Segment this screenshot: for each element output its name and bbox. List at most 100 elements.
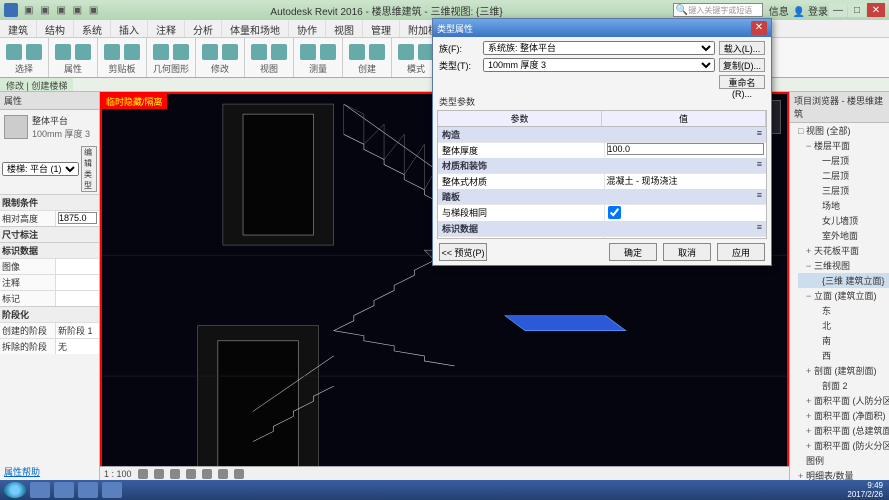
preview-button[interactable]: << 预览(P) bbox=[439, 243, 487, 261]
help-search-input[interactable]: 🔍 键入关键字或短语 bbox=[673, 3, 763, 17]
tree-twisty-icon[interactable]: + bbox=[806, 366, 814, 376]
browser-tree-item[interactable]: +面积平面 (防火分区面积) bbox=[798, 438, 889, 453]
ribbon-tool-icon[interactable] bbox=[320, 44, 336, 60]
ribbon-tool-icon[interactable] bbox=[104, 44, 120, 60]
temp-hide-icon[interactable] bbox=[218, 469, 228, 479]
tree-twisty-icon[interactable]: − bbox=[806, 291, 814, 301]
v-type-image[interactable] bbox=[604, 237, 767, 239]
type-select[interactable]: 100mm 厚度 3 bbox=[483, 58, 715, 72]
duplicate-button[interactable]: 复制(D)... bbox=[719, 58, 765, 72]
browser-tree-item[interactable]: +面积平面 (人防分区面积) bbox=[798, 393, 889, 408]
family-select[interactable]: 系统族: 整体平台 bbox=[483, 41, 715, 55]
ribbon-tool-icon[interactable] bbox=[222, 44, 238, 60]
cancel-button[interactable]: 取消 bbox=[663, 243, 711, 261]
browser-tree-item[interactable]: 南 bbox=[798, 333, 889, 348]
browser-tree-item[interactable]: −三维视图 bbox=[798, 258, 889, 273]
v-mark[interactable] bbox=[55, 291, 99, 306]
ribbon-tab[interactable]: 系统 bbox=[74, 20, 111, 37]
browser-tree-item[interactable]: 剖面 2 bbox=[798, 378, 889, 393]
browser-tree-item[interactable]: {三维 建筑立面} bbox=[798, 273, 889, 288]
v-phase-c[interactable]: 新阶段 1 bbox=[55, 323, 99, 338]
qat[interactable]: ▣ ▣ ▣ ▣ ▣ bbox=[24, 5, 100, 16]
browser-tree-item[interactable]: +天花板平面 bbox=[798, 243, 889, 258]
browser-tree-item[interactable]: □视图 (全部) bbox=[798, 123, 889, 138]
browser-tree-item[interactable]: 北 bbox=[798, 318, 889, 333]
tree-twisty-icon[interactable]: + bbox=[798, 471, 806, 480]
tree-twisty-icon[interactable]: + bbox=[806, 396, 814, 406]
ribbon-tool-icon[interactable] bbox=[153, 44, 169, 60]
browser-tree-item[interactable]: 室外地面 bbox=[798, 228, 889, 243]
ok-button[interactable]: 确定 bbox=[609, 243, 657, 261]
browser-tree-item[interactable]: +剖面 (建筑剖面) bbox=[798, 363, 889, 378]
crop-icon[interactable] bbox=[202, 469, 212, 479]
detail-level-icon[interactable] bbox=[138, 469, 148, 479]
v-thickness-input[interactable] bbox=[607, 143, 765, 155]
tree-twisty-icon[interactable]: − bbox=[806, 261, 814, 271]
ribbon-tool-icon[interactable] bbox=[6, 44, 22, 60]
browser-tree-item[interactable]: +面积平面 (净面积) bbox=[798, 408, 889, 423]
browser-tree-item[interactable]: 场地 bbox=[798, 198, 889, 213]
tree-twisty-icon[interactable]: + bbox=[806, 411, 814, 421]
properties-help-link[interactable]: 属性帮助 bbox=[0, 463, 99, 480]
v-same-run-check[interactable] bbox=[608, 206, 621, 219]
tree-twisty-icon[interactable]: + bbox=[806, 246, 814, 256]
v-phase-d[interactable]: 无 bbox=[55, 339, 99, 354]
ribbon-tool-icon[interactable] bbox=[300, 44, 316, 60]
dialog-close-button[interactable]: ✕ bbox=[751, 21, 767, 35]
scale-display[interactable]: 1 : 100 bbox=[104, 469, 132, 479]
v-note[interactable] bbox=[55, 275, 99, 290]
ribbon-tool-icon[interactable] bbox=[398, 44, 414, 60]
instance-selector[interactable]: 楼梯: 平台 (1) bbox=[2, 162, 79, 176]
dialog-titlebar[interactable]: 类型属性 ✕ bbox=[433, 19, 771, 37]
browser-tree-item[interactable]: 东 bbox=[798, 303, 889, 318]
shadows-icon[interactable] bbox=[186, 469, 196, 479]
v-image[interactable] bbox=[55, 259, 99, 274]
browser-tree-item[interactable]: +面积平面 (总建筑面积) bbox=[798, 423, 889, 438]
system-clock[interactable]: 9:492017/2/26 bbox=[847, 481, 885, 499]
taskbar-app-icon[interactable] bbox=[102, 482, 122, 498]
tree-twisty-icon[interactable]: + bbox=[806, 426, 814, 436]
browser-tree-item[interactable]: 二层顶 bbox=[798, 168, 889, 183]
ribbon-tab[interactable]: 管理 bbox=[363, 20, 400, 37]
ribbon-tab[interactable]: 注释 bbox=[148, 20, 185, 37]
v-mono-mat[interactable]: 混凝土 - 现场浇注 bbox=[604, 174, 767, 189]
browser-tree-item[interactable]: 西 bbox=[798, 348, 889, 363]
taskbar-app-icon[interactable] bbox=[54, 482, 74, 498]
ribbon-tab[interactable]: 插入 bbox=[111, 20, 148, 37]
taskbar-app-icon[interactable] bbox=[30, 482, 50, 498]
ribbon-tab[interactable]: 结构 bbox=[37, 20, 74, 37]
ribbon-tool-icon[interactable] bbox=[251, 44, 267, 60]
windows-taskbar[interactable]: 9:492017/2/26 bbox=[0, 480, 889, 500]
ribbon-tool-icon[interactable] bbox=[124, 44, 140, 60]
load-button[interactable]: 载入(L)... bbox=[719, 41, 765, 55]
browser-tree-item[interactable]: −楼层平面 bbox=[798, 138, 889, 153]
ribbon-tool-icon[interactable] bbox=[173, 44, 189, 60]
tree-twisty-icon[interactable]: − bbox=[806, 141, 814, 151]
browser-tree-item[interactable]: 女儿墙顶 bbox=[798, 213, 889, 228]
ribbon-tab[interactable]: 协作 bbox=[289, 20, 326, 37]
browser-tree-item[interactable]: 一层顶 bbox=[798, 153, 889, 168]
v-rel-height[interactable] bbox=[58, 212, 97, 224]
type-param-grid[interactable]: 参数 值 构造≡ 整体厚度 材质和装饰≡ 整体式材质混凝土 - 现场浇注 踏板≡… bbox=[437, 110, 767, 239]
ribbon-tab[interactable]: 视图 bbox=[326, 20, 363, 37]
reveal-icon[interactable] bbox=[234, 469, 244, 479]
browser-tree-item[interactable]: 三层顶 bbox=[798, 183, 889, 198]
browser-tree-item[interactable]: 图例 bbox=[798, 453, 889, 468]
project-browser[interactable]: 项目浏览器 - 楼思维建筑 □视图 (全部)−楼层平面一层顶二层顶三层顶场地女儿… bbox=[789, 92, 889, 480]
taskbar-app-icon[interactable] bbox=[78, 482, 98, 498]
ribbon-tool-icon[interactable] bbox=[55, 44, 71, 60]
minimize-button[interactable]: — bbox=[829, 3, 847, 17]
ribbon-tool-icon[interactable] bbox=[349, 44, 365, 60]
edit-type-button[interactable]: 编辑类型 bbox=[81, 146, 97, 192]
ribbon-tool-icon[interactable] bbox=[271, 44, 287, 60]
ribbon-tool-icon[interactable] bbox=[369, 44, 385, 60]
ribbon-tab[interactable]: 分析 bbox=[185, 20, 222, 37]
start-button[interactable] bbox=[4, 482, 26, 498]
ribbon-tool-icon[interactable] bbox=[202, 44, 218, 60]
ribbon-tab[interactable]: 建筑 bbox=[0, 20, 37, 37]
apply-button[interactable]: 应用 bbox=[717, 243, 765, 261]
user-login[interactable]: 👤 登录 bbox=[793, 3, 828, 18]
rename-button[interactable]: 重命名(R)... bbox=[719, 75, 765, 89]
browser-tree-item[interactable]: +明细表/数量 bbox=[798, 468, 889, 480]
tree-twisty-icon[interactable]: + bbox=[806, 441, 814, 451]
